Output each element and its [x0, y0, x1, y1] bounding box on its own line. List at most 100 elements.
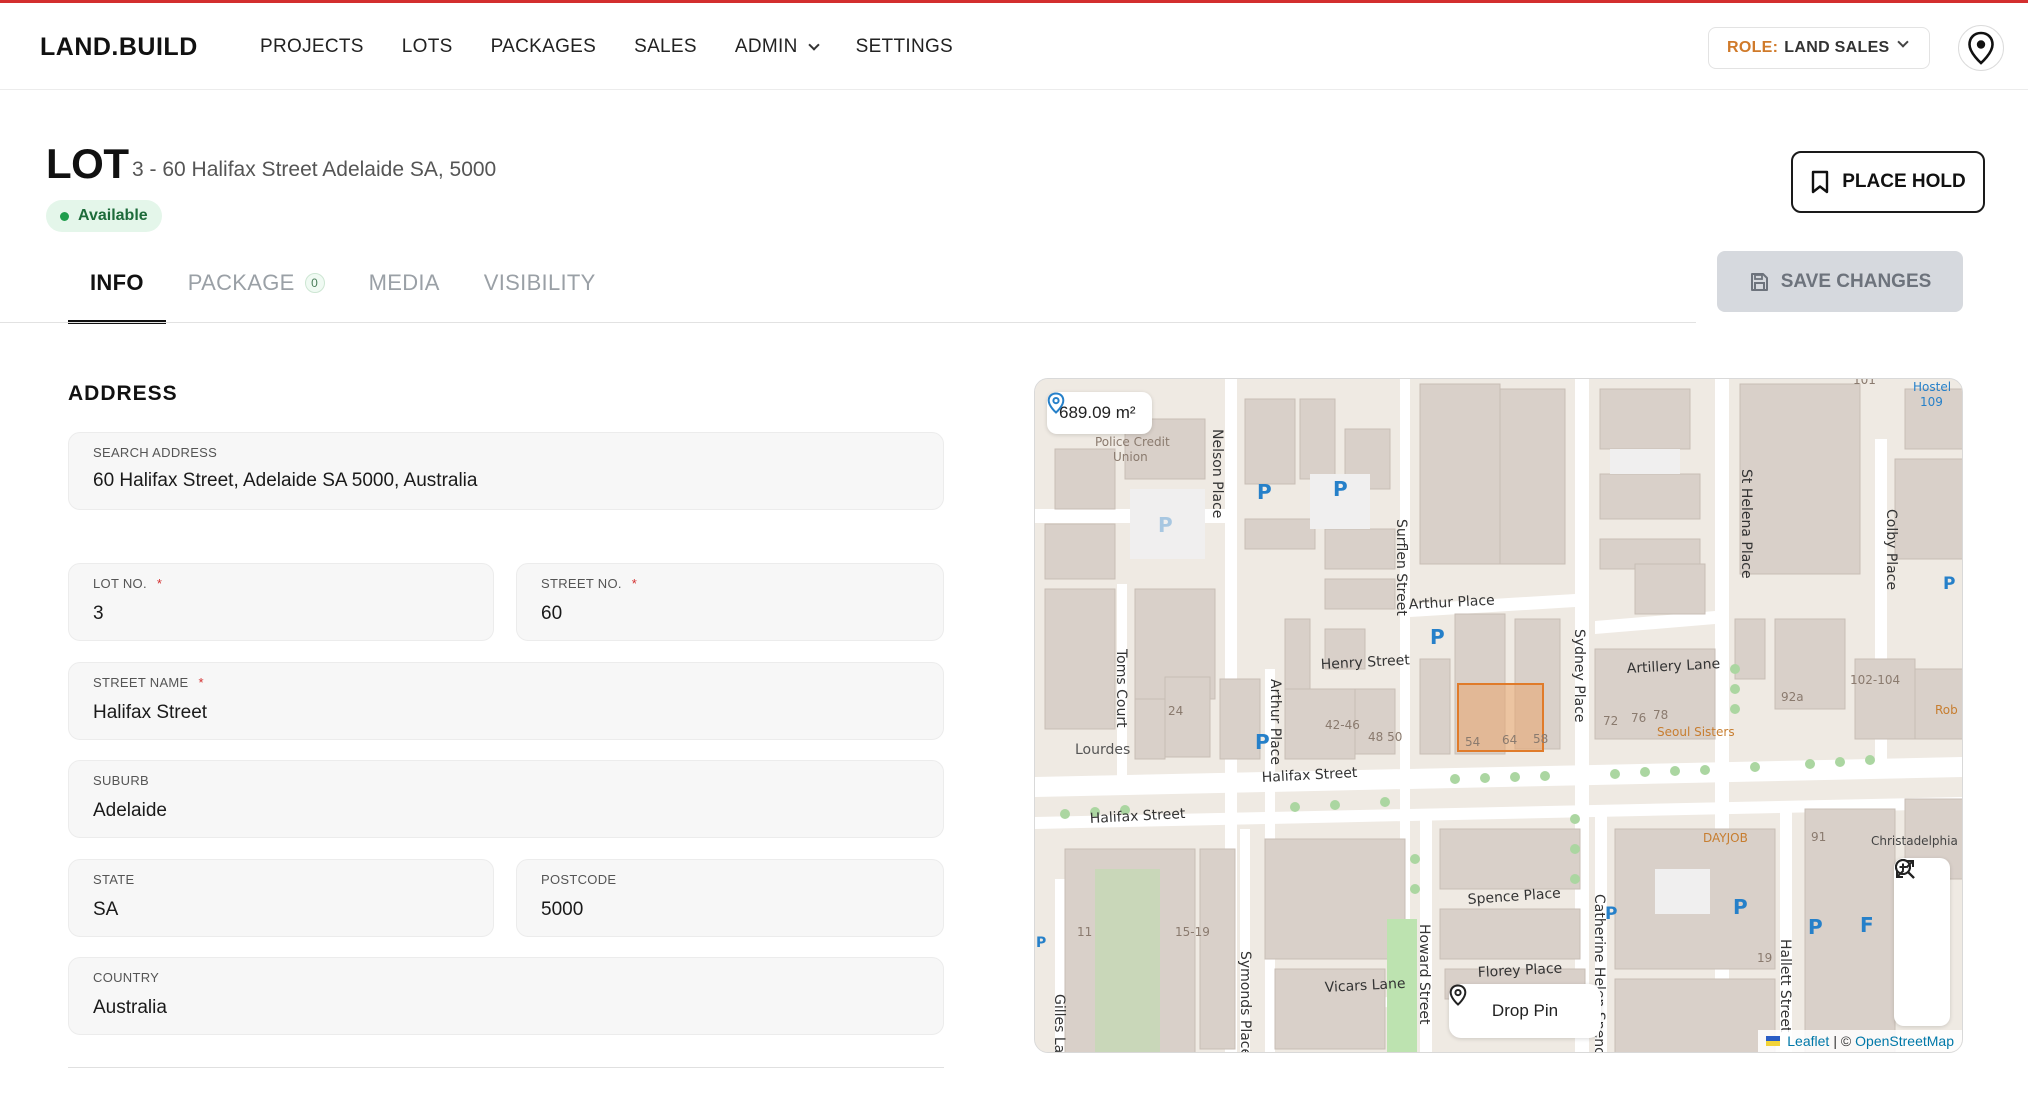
- ukraine-flag-icon: [1766, 1036, 1781, 1046]
- svg-text:Colby Place: Colby Place: [1883, 509, 1899, 590]
- search-address-field[interactable]: SEARCH ADDRESS 60 Halifax Street, Adelai…: [68, 432, 944, 510]
- lot-tabs: INFO PACKAGE 0 MEDIA VISIBILITY: [68, 252, 618, 324]
- openstreetmap-link[interactable]: OpenStreetMap: [1855, 1033, 1954, 1049]
- country-field[interactable]: COUNTRY Australia: [68, 957, 944, 1035]
- svg-text:Gilles Lane: Gilles Lane: [1051, 994, 1067, 1053]
- svg-text:P: P: [1036, 935, 1046, 951]
- tab-package[interactable]: PACKAGE 0: [166, 252, 347, 324]
- location-pin-button[interactable]: [1958, 25, 2004, 71]
- svg-text:Hostel: Hostel: [1913, 380, 1951, 394]
- drop-pin-label: Drop Pin: [1491, 1001, 1559, 1020]
- status-dot-icon: [60, 211, 69, 221]
- main-nav: PROJECTS LOTS PACKAGES SALES ADMIN SETTI…: [260, 36, 991, 58]
- tab-info-label: INFO: [90, 270, 144, 295]
- svg-text:Lourdes: Lourdes: [1075, 742, 1130, 758]
- map-attribution: Leaflet | © OpenStreetMap: [1758, 1030, 1962, 1052]
- required-asterisk: *: [198, 675, 204, 690]
- svg-text:Toms Court: Toms Court: [1113, 648, 1129, 728]
- svg-text:Seoul Sisters: Seoul Sisters: [1657, 725, 1735, 739]
- nav-sales[interactable]: SALES: [634, 36, 697, 58]
- svg-text:91: 91: [1811, 830, 1826, 844]
- nav-settings[interactable]: SETTINGS: [856, 36, 953, 58]
- lot-no-field[interactable]: LOT NO. * 3: [68, 563, 494, 641]
- svg-text:P: P: [1257, 480, 1272, 504]
- postcode-label: POSTCODE: [541, 872, 617, 887]
- svg-text:Hallett Street: Hallett Street: [1777, 939, 1793, 1033]
- svg-text:St Helena Place: St Helena Place: [1738, 469, 1754, 579]
- svg-text:76: 76: [1631, 711, 1646, 725]
- role-selector[interactable]: ROLE: LAND SALES: [1708, 27, 1930, 69]
- svg-text:109: 109: [1920, 395, 1943, 409]
- postcode-value: 5000: [541, 899, 584, 920]
- drop-pin-button[interactable]: Drop Pin: [1449, 984, 1601, 1038]
- nav-admin[interactable]: ADMIN: [734, 36, 820, 58]
- tab-info[interactable]: INFO: [68, 252, 166, 324]
- nav-lots-label: LOTS: [401, 36, 453, 57]
- nav-admin-label: ADMIN: [734, 36, 798, 57]
- nav-packages[interactable]: PACKAGES: [491, 36, 597, 58]
- chevron-down-icon: [807, 38, 820, 51]
- status-badge-label: Available: [78, 207, 148, 224]
- svg-text:P: P: [1733, 895, 1748, 919]
- svg-text:Howard Street: Howard Street: [1416, 924, 1432, 1025]
- app-header: LAND.BUILD PROJECTS LOTS PACKAGES SALES …: [0, 3, 2028, 90]
- svg-text:42-46: 42-46: [1325, 718, 1360, 732]
- nav-projects[interactable]: PROJECTS: [260, 36, 364, 58]
- zoom-out-button[interactable]: [1894, 859, 1950, 970]
- svg-text:P: P: [1430, 625, 1445, 649]
- svg-text:92a: 92a: [1781, 690, 1804, 704]
- search-address-value: 60 Halifax Street, Adelaide SA 5000, Aus…: [93, 470, 478, 491]
- street-name-field[interactable]: STREET NAME * Halifax Street: [68, 662, 944, 740]
- tab-media-label: MEDIA: [368, 270, 440, 295]
- leaflet-link[interactable]: Leaflet: [1787, 1033, 1829, 1049]
- place-hold-button[interactable]: PLACE HOLD: [1791, 151, 1985, 213]
- svg-text:64: 64: [1502, 733, 1517, 747]
- nav-settings-label: SETTINGS: [855, 36, 954, 57]
- suburb-field[interactable]: SUBURB Adelaide: [68, 760, 944, 838]
- street-no-value: 60: [541, 603, 563, 624]
- app-logo[interactable]: LAND.BUILD: [40, 33, 198, 62]
- svg-text:P: P: [1333, 477, 1348, 501]
- street-no-field[interactable]: STREET NO. * 60: [516, 563, 944, 641]
- tab-media[interactable]: MEDIA: [347, 252, 462, 324]
- tab-package-count: 0: [304, 273, 325, 293]
- role-value: LAND SALES: [1784, 39, 1890, 56]
- svg-text:P: P: [1943, 574, 1955, 594]
- nav-lots[interactable]: LOTS: [402, 36, 453, 58]
- bookmark-icon: [1812, 170, 1829, 194]
- svg-text:48 50: 48 50: [1368, 730, 1402, 744]
- tab-visibility[interactable]: VISIBILITY: [462, 252, 618, 324]
- map-pin-icon: [1047, 392, 1065, 414]
- fullscreen-button[interactable]: [1894, 860, 1950, 1026]
- chevron-down-icon: [1897, 36, 1909, 48]
- tab-visibility-label: VISIBILITY: [483, 270, 596, 295]
- nav-projects-label: PROJECTS: [260, 36, 364, 57]
- suburb-label: SUBURB: [93, 773, 149, 788]
- lot-address-subtitle: 3 - 60 Halifax Street Adelaide SA, 5000: [132, 158, 497, 181]
- required-asterisk: *: [156, 576, 163, 591]
- map-pin-icon: [1968, 31, 1994, 65]
- attribution-separator: | ©: [1833, 1033, 1852, 1049]
- map-tiles[interactable]: P P P P P P P P P P F Halifax Street Hal…: [1035, 379, 1963, 1053]
- svg-text:58: 58: [1533, 732, 1548, 746]
- svg-text:Rob Hot: Rob Hot: [1935, 703, 1963, 717]
- svg-text:72: 72: [1603, 714, 1618, 728]
- postcode-field[interactable]: POSTCODE 5000: [516, 859, 944, 937]
- save-changes-label: SAVE CHANGES: [1780, 270, 1932, 292]
- lot-map[interactable]: P P P P P P P P P P F Halifax Street Hal…: [1034, 378, 1963, 1053]
- svg-text:P: P: [1808, 915, 1823, 939]
- area-value: 689.09 m²: [1059, 403, 1136, 422]
- state-field[interactable]: STATE SA: [68, 859, 494, 937]
- svg-text:Union: Union: [1113, 450, 1148, 464]
- svg-text:Christadelphia: Christadelphia: [1871, 834, 1958, 848]
- lot-no-label: LOT NO. *: [93, 576, 163, 591]
- required-asterisk: *: [631, 576, 638, 591]
- country-value: Australia: [93, 997, 167, 1018]
- page-title: LOT: [46, 140, 129, 187]
- street-name-label: STREET NAME *: [93, 675, 204, 690]
- save-changes-button[interactable]: SAVE CHANGES: [1717, 251, 1963, 312]
- park-area: [1095, 869, 1160, 1052]
- map-pin-icon: [1449, 984, 1467, 1006]
- save-icon: [1750, 272, 1768, 291]
- svg-text:F: F: [1860, 913, 1874, 937]
